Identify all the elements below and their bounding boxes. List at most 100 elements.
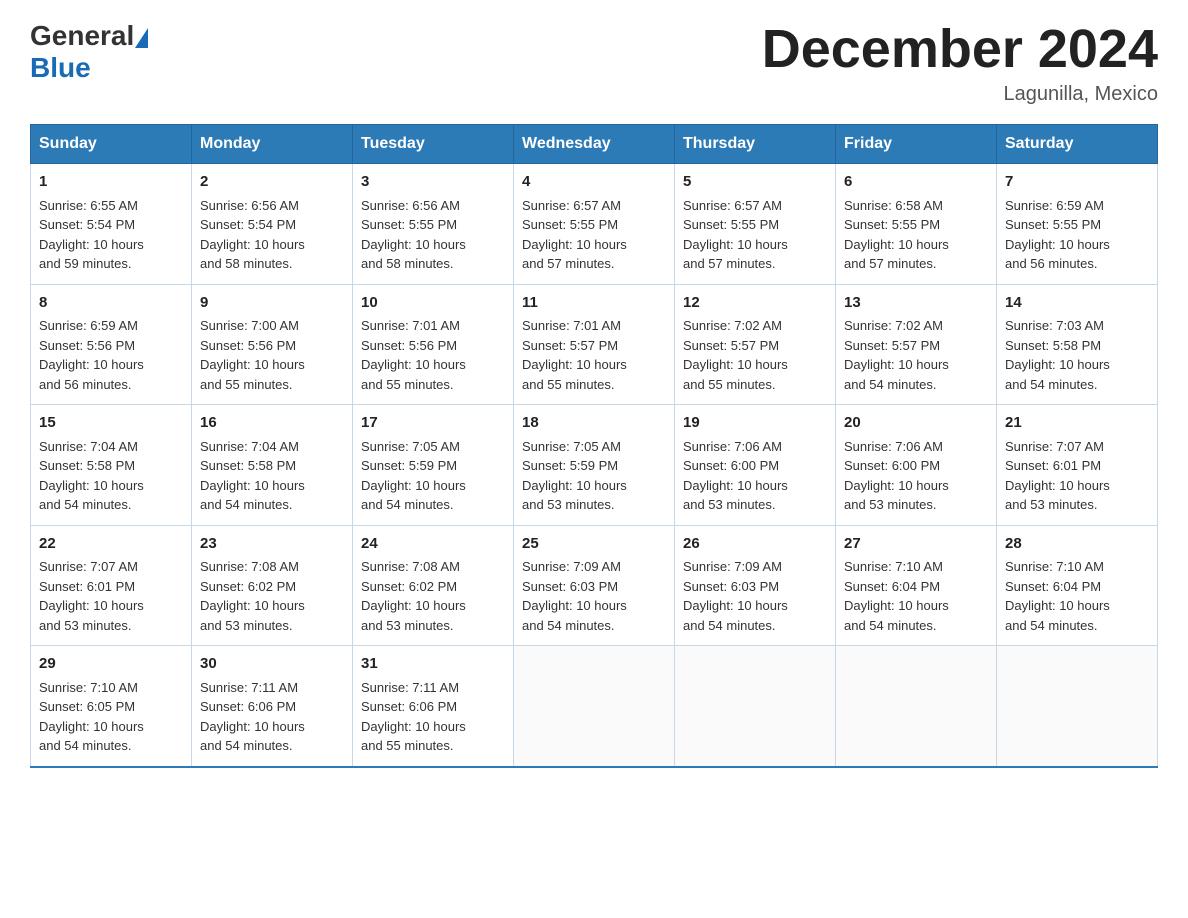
calendar-cell: 5Sunrise: 6:57 AMSunset: 5:55 PMDaylight… <box>675 164 836 285</box>
calendar-cell: 26Sunrise: 7:09 AMSunset: 6:03 PMDayligh… <box>675 525 836 646</box>
calendar-week-row: 1Sunrise: 6:55 AMSunset: 5:54 PMDaylight… <box>31 164 1158 285</box>
day-number: 5 <box>683 171 827 194</box>
calendar-cell: 4Sunrise: 6:57 AMSunset: 5:55 PMDaylight… <box>514 164 675 285</box>
calendar-cell <box>675 646 836 767</box>
calendar-cell: 11Sunrise: 7:01 AMSunset: 5:57 PMDayligh… <box>514 284 675 405</box>
weekday-header-friday: Friday <box>836 125 997 164</box>
day-info: Sunrise: 7:07 AMSunset: 6:01 PMDaylight:… <box>39 557 183 635</box>
day-info: Sunrise: 7:11 AMSunset: 6:06 PMDaylight:… <box>200 678 344 756</box>
day-info: Sunrise: 7:09 AMSunset: 6:03 PMDaylight:… <box>522 557 666 635</box>
calendar-cell: 29Sunrise: 7:10 AMSunset: 6:05 PMDayligh… <box>31 646 192 767</box>
calendar-location: Lagunilla, Mexico <box>762 83 1158 106</box>
calendar-cell: 14Sunrise: 7:03 AMSunset: 5:58 PMDayligh… <box>997 284 1158 405</box>
calendar-cell: 23Sunrise: 7:08 AMSunset: 6:02 PMDayligh… <box>192 525 353 646</box>
calendar-cell: 27Sunrise: 7:10 AMSunset: 6:04 PMDayligh… <box>836 525 997 646</box>
weekday-header-sunday: Sunday <box>31 125 192 164</box>
calendar-cell: 17Sunrise: 7:05 AMSunset: 5:59 PMDayligh… <box>353 405 514 526</box>
calendar-cell: 21Sunrise: 7:07 AMSunset: 6:01 PMDayligh… <box>997 405 1158 526</box>
calendar-cell: 22Sunrise: 7:07 AMSunset: 6:01 PMDayligh… <box>31 525 192 646</box>
day-info: Sunrise: 6:56 AMSunset: 5:54 PMDaylight:… <box>200 196 344 274</box>
day-number: 24 <box>361 533 505 556</box>
calendar-cell: 25Sunrise: 7:09 AMSunset: 6:03 PMDayligh… <box>514 525 675 646</box>
weekday-header-wednesday: Wednesday <box>514 125 675 164</box>
day-number: 7 <box>1005 171 1149 194</box>
day-info: Sunrise: 7:05 AMSunset: 5:59 PMDaylight:… <box>361 437 505 515</box>
page-header: General Blue December 2024 Lagunilla, Me… <box>30 20 1158 106</box>
day-info: Sunrise: 7:02 AMSunset: 5:57 PMDaylight:… <box>844 316 988 394</box>
title-block: December 2024 Lagunilla, Mexico <box>762 20 1158 106</box>
calendar-week-row: 15Sunrise: 7:04 AMSunset: 5:58 PMDayligh… <box>31 405 1158 526</box>
day-info: Sunrise: 7:01 AMSunset: 5:57 PMDaylight:… <box>522 316 666 394</box>
day-number: 4 <box>522 171 666 194</box>
calendar-week-row: 29Sunrise: 7:10 AMSunset: 6:05 PMDayligh… <box>31 646 1158 767</box>
calendar-cell <box>997 646 1158 767</box>
day-number: 25 <box>522 533 666 556</box>
calendar-cell: 13Sunrise: 7:02 AMSunset: 5:57 PMDayligh… <box>836 284 997 405</box>
day-number: 1 <box>39 171 183 194</box>
day-info: Sunrise: 7:10 AMSunset: 6:04 PMDaylight:… <box>844 557 988 635</box>
calendar-cell: 18Sunrise: 7:05 AMSunset: 5:59 PMDayligh… <box>514 405 675 526</box>
day-number: 16 <box>200 412 344 435</box>
day-number: 19 <box>683 412 827 435</box>
calendar-cell: 3Sunrise: 6:56 AMSunset: 5:55 PMDaylight… <box>353 164 514 285</box>
calendar-cell <box>514 646 675 767</box>
calendar-cell: 30Sunrise: 7:11 AMSunset: 6:06 PMDayligh… <box>192 646 353 767</box>
day-info: Sunrise: 6:58 AMSunset: 5:55 PMDaylight:… <box>844 196 988 274</box>
day-number: 23 <box>200 533 344 556</box>
day-info: Sunrise: 6:59 AMSunset: 5:56 PMDaylight:… <box>39 316 183 394</box>
day-info: Sunrise: 7:03 AMSunset: 5:58 PMDaylight:… <box>1005 316 1149 394</box>
day-number: 29 <box>39 653 183 676</box>
day-info: Sunrise: 7:04 AMSunset: 5:58 PMDaylight:… <box>200 437 344 515</box>
calendar-cell: 2Sunrise: 6:56 AMSunset: 5:54 PMDaylight… <box>192 164 353 285</box>
day-info: Sunrise: 7:00 AMSunset: 5:56 PMDaylight:… <box>200 316 344 394</box>
weekday-header-saturday: Saturday <box>997 125 1158 164</box>
calendar-cell: 28Sunrise: 7:10 AMSunset: 6:04 PMDayligh… <box>997 525 1158 646</box>
day-number: 14 <box>1005 292 1149 315</box>
day-info: Sunrise: 7:08 AMSunset: 6:02 PMDaylight:… <box>361 557 505 635</box>
day-number: 6 <box>844 171 988 194</box>
day-info: Sunrise: 6:55 AMSunset: 5:54 PMDaylight:… <box>39 196 183 274</box>
weekday-header-monday: Monday <box>192 125 353 164</box>
weekday-header-tuesday: Tuesday <box>353 125 514 164</box>
calendar-cell: 16Sunrise: 7:04 AMSunset: 5:58 PMDayligh… <box>192 405 353 526</box>
day-info: Sunrise: 6:57 AMSunset: 5:55 PMDaylight:… <box>522 196 666 274</box>
calendar-cell: 24Sunrise: 7:08 AMSunset: 6:02 PMDayligh… <box>353 525 514 646</box>
day-info: Sunrise: 7:05 AMSunset: 5:59 PMDaylight:… <box>522 437 666 515</box>
calendar-cell: 1Sunrise: 6:55 AMSunset: 5:54 PMDaylight… <box>31 164 192 285</box>
day-number: 11 <box>522 292 666 315</box>
day-info: Sunrise: 6:56 AMSunset: 5:55 PMDaylight:… <box>361 196 505 274</box>
day-info: Sunrise: 6:57 AMSunset: 5:55 PMDaylight:… <box>683 196 827 274</box>
calendar-cell: 8Sunrise: 6:59 AMSunset: 5:56 PMDaylight… <box>31 284 192 405</box>
day-info: Sunrise: 6:59 AMSunset: 5:55 PMDaylight:… <box>1005 196 1149 274</box>
day-info: Sunrise: 7:11 AMSunset: 6:06 PMDaylight:… <box>361 678 505 756</box>
logo: General Blue <box>30 20 148 84</box>
logo-general-text: General <box>30 20 134 52</box>
calendar-cell <box>836 646 997 767</box>
calendar-cell: 12Sunrise: 7:02 AMSunset: 5:57 PMDayligh… <box>675 284 836 405</box>
day-info: Sunrise: 7:07 AMSunset: 6:01 PMDaylight:… <box>1005 437 1149 515</box>
day-info: Sunrise: 7:06 AMSunset: 6:00 PMDaylight:… <box>683 437 827 515</box>
day-number: 27 <box>844 533 988 556</box>
day-number: 18 <box>522 412 666 435</box>
calendar-week-row: 8Sunrise: 6:59 AMSunset: 5:56 PMDaylight… <box>31 284 1158 405</box>
day-number: 9 <box>200 292 344 315</box>
day-number: 22 <box>39 533 183 556</box>
calendar-cell: 10Sunrise: 7:01 AMSunset: 5:56 PMDayligh… <box>353 284 514 405</box>
calendar-cell: 9Sunrise: 7:00 AMSunset: 5:56 PMDaylight… <box>192 284 353 405</box>
day-number: 31 <box>361 653 505 676</box>
weekday-header-thursday: Thursday <box>675 125 836 164</box>
day-info: Sunrise: 7:04 AMSunset: 5:58 PMDaylight:… <box>39 437 183 515</box>
day-info: Sunrise: 7:08 AMSunset: 6:02 PMDaylight:… <box>200 557 344 635</box>
day-number: 8 <box>39 292 183 315</box>
logo-blue-text: Blue <box>30 52 91 83</box>
day-number: 17 <box>361 412 505 435</box>
logo-triangle-icon <box>135 28 148 48</box>
day-number: 10 <box>361 292 505 315</box>
day-info: Sunrise: 7:10 AMSunset: 6:04 PMDaylight:… <box>1005 557 1149 635</box>
day-number: 13 <box>844 292 988 315</box>
calendar-cell: 7Sunrise: 6:59 AMSunset: 5:55 PMDaylight… <box>997 164 1158 285</box>
day-info: Sunrise: 7:09 AMSunset: 6:03 PMDaylight:… <box>683 557 827 635</box>
day-number: 20 <box>844 412 988 435</box>
day-number: 21 <box>1005 412 1149 435</box>
calendar-cell: 19Sunrise: 7:06 AMSunset: 6:00 PMDayligh… <box>675 405 836 526</box>
